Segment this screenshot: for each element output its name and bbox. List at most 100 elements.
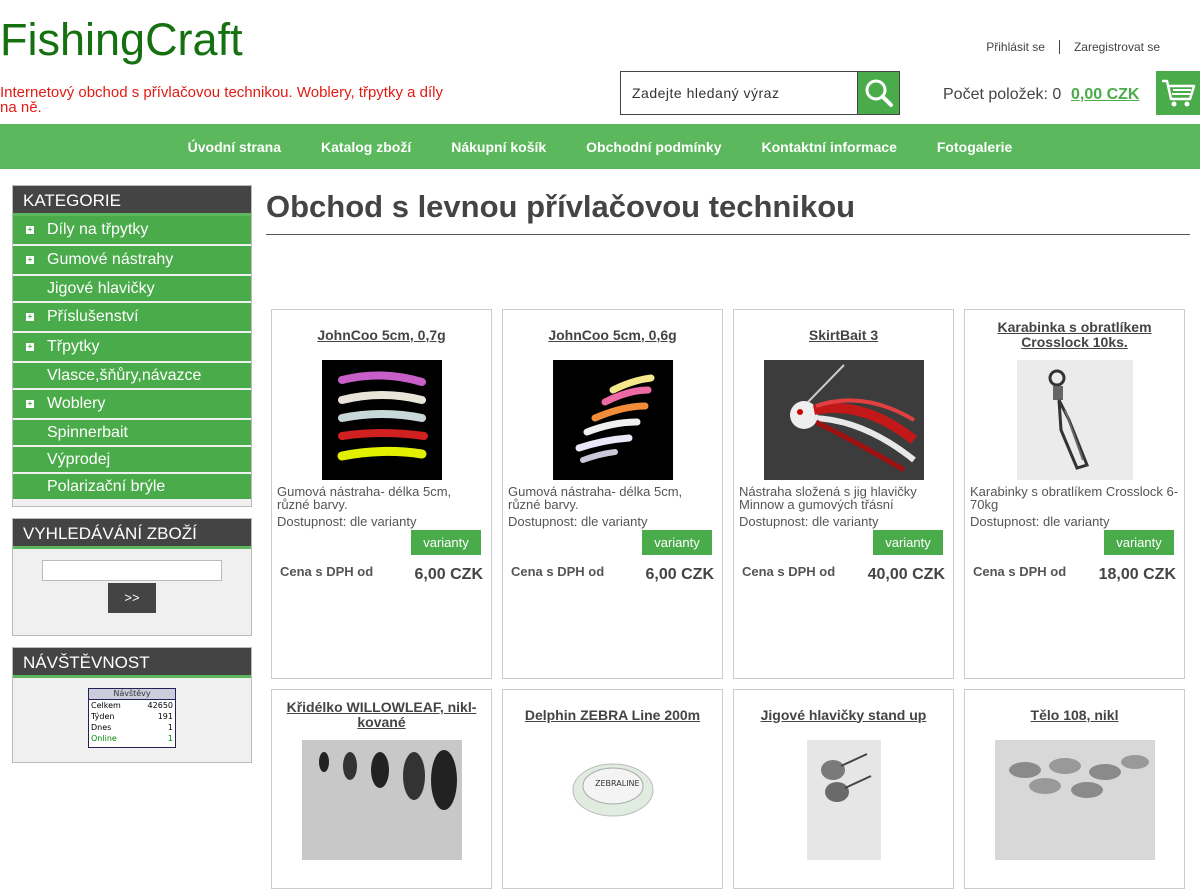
product-availability: Dostupnost: dle varianty	[277, 514, 417, 529]
main-nav: Úvodní strana Katalog zboží Nákupní koší…	[0, 124, 1200, 169]
counter-row: Online 1	[91, 734, 173, 743]
cart-count: Počet položek: 0	[943, 86, 1062, 103]
price-label: Cena s DPH od	[742, 564, 836, 579]
register-link[interactable]: Zaregistrovat se	[1060, 40, 1160, 54]
visits-heading: NÁVŠTĚVNOST	[13, 648, 251, 678]
counter-row: Dnes 1	[91, 723, 173, 732]
product-title[interactable]: SkirtBait 3	[734, 310, 953, 360]
price-row: Cena s DPH od 6,00 CZK	[511, 564, 714, 584]
product-image[interactable]	[763, 360, 924, 480]
category-label: Spinnerbait	[47, 423, 128, 441]
category-label: Vlasce,šňůry,návazce	[47, 366, 202, 384]
search-box: VYHLEDÁVÁNÍ ZBOŽÍ >>	[12, 518, 252, 636]
search-bar	[620, 71, 900, 115]
product-image[interactable]: ZEBRALINE	[542, 740, 683, 860]
visit-counter[interactable]: Návštěvy Celkem 42650 Týden 191 Dnes 1 Onli…	[88, 688, 176, 748]
nav-home[interactable]: Úvodní strana	[168, 139, 301, 155]
category-item[interactable]: Polarizační brýle	[13, 474, 251, 501]
categories-box: KATEGORIE + Díly na třpytky + Gumové nástra…	[12, 185, 252, 507]
sidebar-search-button[interactable]: >>	[108, 583, 156, 613]
variants-button[interactable]: varianty	[1104, 530, 1174, 555]
price-label: Cena s DPH od	[511, 564, 605, 579]
category-item[interactable]: + Díly na třpytky	[13, 216, 251, 246]
header: FishingCraft Internetový obchod s přívla…	[0, 0, 1200, 124]
price-value: 18,00 CZK	[1098, 566, 1176, 583]
product-card: Tělo 108, nikl	[964, 689, 1185, 889]
price-label: Cena s DPH od	[973, 564, 1067, 579]
product-card: Delphin ZEBRA Line 200m ZEBRALINE	[502, 689, 723, 889]
price-value: 6,00 CZK	[414, 566, 483, 583]
page-title: Obchod s levnou přívlačovou technikou	[266, 185, 1190, 235]
nav-catalog[interactable]: Katalog zboží	[301, 139, 431, 155]
variants-button[interactable]: varianty	[873, 530, 943, 555]
category-item[interactable]: Vlasce,šňůry,návazce	[13, 363, 251, 390]
product-grid: JohnCoo 5cm, 0,7g Gumová nástraha- délka…	[271, 309, 1185, 889]
product-title[interactable]: Jigové hlavičky stand up	[734, 690, 953, 740]
product-card: SkirtBait 3 Nástraha složená s jig hlavi…	[733, 309, 954, 679]
product-image[interactable]	[994, 740, 1155, 860]
variants-button[interactable]: varianty	[411, 530, 481, 555]
product-description: Gumová nástraha- délka 5cm, různé barvy.	[508, 484, 683, 512]
category-list: + Díly na třpytky + Gumové nástrahy Jigové h…	[13, 216, 251, 506]
product-description: Karabinky s obratlíkem Crosslock 6-70kg	[970, 484, 1179, 512]
login-link[interactable]: Přihlásit se	[972, 40, 1060, 54]
nav-contact[interactable]: Kontaktní informace	[742, 139, 917, 155]
price-row: Cena s DPH od 18,00 CZK	[973, 564, 1176, 584]
site-logo[interactable]: FishingCraft	[0, 14, 243, 66]
expand-icon[interactable]: +	[13, 313, 47, 321]
search-button[interactable]	[857, 72, 899, 114]
search-input[interactable]	[621, 72, 857, 114]
product-card: Křidélko WILLOWLEAF, nikl-kované	[271, 689, 492, 889]
product-title[interactable]: Tělo 108, nikl	[965, 690, 1184, 740]
category-label: Třpytky	[47, 338, 100, 355]
expand-icon[interactable]: +	[13, 226, 47, 234]
category-item[interactable]: Jigové hlavičky	[13, 276, 251, 303]
product-title[interactable]: Delphin ZEBRA Line 200m	[503, 690, 722, 740]
category-label: Gumové nástrahy	[47, 251, 174, 268]
price-label: Cena s DPH od	[280, 564, 374, 579]
category-label: Woblery	[47, 395, 106, 412]
category-item[interactable]: + Gumové nástrahy	[13, 246, 251, 276]
product-title[interactable]: JohnCoo 5cm, 0,6g	[503, 310, 722, 360]
product-title[interactable]: JohnCoo 5cm, 0,7g	[272, 310, 491, 360]
svg-text:ZEBRALINE: ZEBRALINE	[595, 779, 640, 788]
expand-icon[interactable]: +	[13, 343, 47, 351]
category-item[interactable]: + Woblery	[13, 390, 251, 420]
product-title[interactable]: Křidélko WILLOWLEAF, nikl-kované	[272, 690, 491, 740]
category-label: Polarizační brýle	[47, 477, 166, 495]
product-availability: Dostupnost: dle varianty	[970, 514, 1110, 529]
product-availability: Dostupnost: dle varianty	[508, 514, 648, 529]
product-description: Gumová nástraha- délka 5cm, různé barvy.	[277, 484, 452, 512]
product-title[interactable]: Karabinka s obratlíkem Crosslock 10ks.	[965, 310, 1184, 360]
cart-total[interactable]: 0,00 CZK	[1071, 86, 1139, 104]
cart-icon	[1162, 79, 1196, 107]
categories-heading: KATEGORIE	[13, 186, 251, 216]
counter-row: Celkem 42650	[91, 701, 173, 710]
price-row: Cena s DPH od 40,00 CZK	[742, 564, 945, 584]
product-image[interactable]	[1016, 360, 1133, 480]
product-card: Karabinka s obratlíkem Crosslock 10ks. K…	[964, 309, 1185, 679]
category-label: Výprodej	[47, 450, 111, 468]
visits-box: NÁVŠTĚVNOST Návštěvy Celkem 42650 Týden 19…	[12, 647, 252, 763]
price-row: Cena s DPH od 6,00 CZK	[280, 564, 483, 584]
expand-icon[interactable]: +	[13, 256, 47, 264]
nav-cart[interactable]: Nákupní košík	[431, 139, 566, 155]
expand-icon[interactable]: +	[13, 400, 47, 408]
category-item[interactable]: + Třpytky	[13, 333, 251, 363]
category-item[interactable]: + Příslušenství	[13, 303, 251, 333]
variants-button[interactable]: varianty	[642, 530, 712, 555]
nav-terms[interactable]: Obchodní podmínky	[566, 139, 741, 155]
product-image[interactable]	[301, 740, 462, 860]
product-image[interactable]	[806, 740, 881, 860]
search-heading: VYHLEDÁVÁNÍ ZBOŽÍ	[13, 519, 251, 549]
sidebar-search-input[interactable]	[42, 560, 222, 581]
product-image[interactable]	[552, 360, 673, 480]
category-label: Díly na třpytky	[47, 221, 149, 238]
category-item[interactable]: Výprodej	[13, 447, 251, 474]
product-image[interactable]	[321, 360, 442, 480]
product-card: JohnCoo 5cm, 0,6g Gumová nástraha- délka…	[502, 309, 723, 679]
nav-gallery[interactable]: Fotogalerie	[917, 139, 1032, 155]
category-label: Příslušenství	[47, 308, 139, 325]
cart-button[interactable]	[1156, 71, 1200, 115]
category-item[interactable]: Spinnerbait	[13, 420, 251, 447]
